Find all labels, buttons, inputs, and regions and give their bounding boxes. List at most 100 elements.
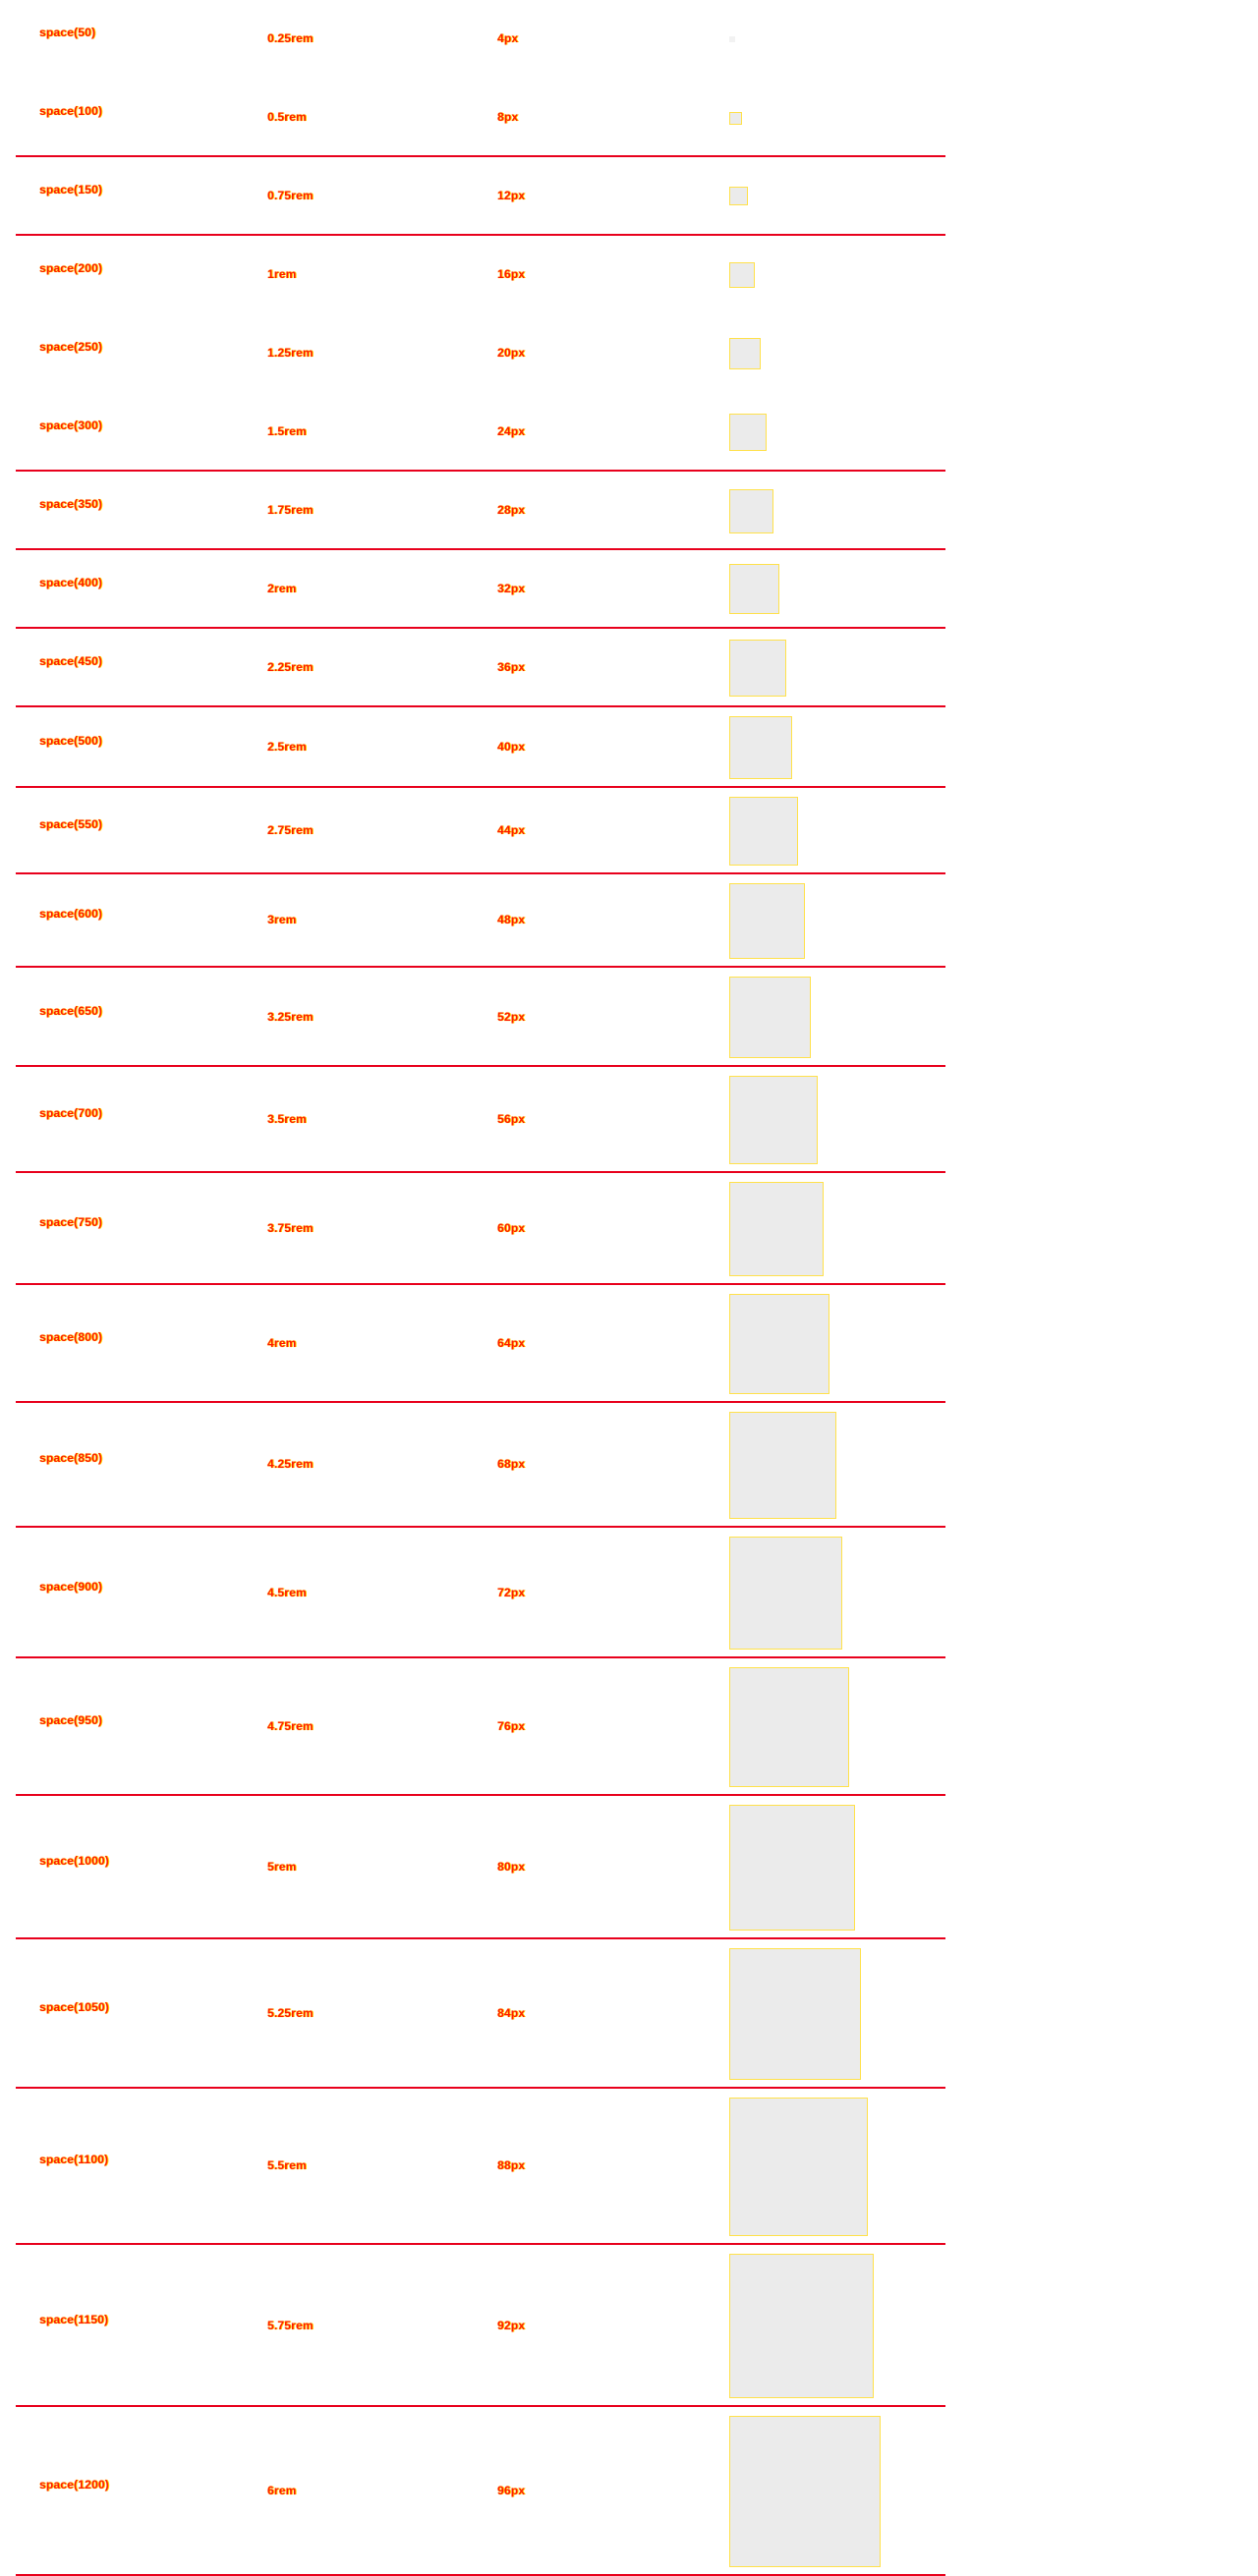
size-swatch [729, 2416, 881, 2567]
token-name: space(650) [39, 1004, 103, 1019]
table-row: space(900) 4.5rem 72px [16, 1528, 945, 1659]
token-name: space(1100) [39, 2153, 109, 2167]
size-swatch [729, 1667, 849, 1787]
token-name: space(450) [39, 654, 103, 668]
px-value: 36px [497, 660, 526, 674]
rem-value: 2rem [267, 582, 297, 595]
rem-value: 2.75rem [267, 823, 314, 837]
table-row: space(850) 4.25rem 68px [16, 1403, 945, 1529]
rem-value: 4.75rem [267, 1719, 314, 1734]
px-value: 80px [497, 1860, 526, 1874]
px-value: 56px [497, 1112, 526, 1127]
px-value: 76px [497, 1719, 526, 1734]
px-value: 4px [497, 31, 519, 45]
px-value: 28px [497, 503, 526, 517]
token-name: space(1050) [39, 2000, 109, 2014]
size-swatch [729, 1805, 855, 1931]
rem-value: 4.25rem [267, 1457, 314, 1472]
rem-value: 1.75rem [267, 503, 314, 517]
rem-value: 0.75rem [267, 189, 314, 202]
token-name: space(900) [39, 1580, 103, 1595]
table-row: space(1200) 6rem 96px [16, 2407, 945, 2576]
token-name: space(200) [39, 261, 103, 275]
table-row: space(800) 4rem 64px [16, 1285, 945, 1404]
token-name: space(1200) [39, 2478, 109, 2492]
token-name: space(950) [39, 1713, 103, 1728]
size-swatch [729, 414, 768, 452]
px-value: 60px [497, 1221, 526, 1235]
size-swatch [729, 1537, 843, 1651]
size-swatch [729, 640, 786, 697]
rem-value: 3.5rem [267, 1112, 307, 1127]
table-row: space(600) 3rem 48px [16, 874, 945, 969]
rem-value: 2.25rem [267, 660, 314, 674]
size-swatch [729, 112, 742, 125]
token-name: space(750) [39, 1215, 103, 1229]
token-name: space(550) [39, 817, 103, 831]
px-value: 88px [497, 2158, 526, 2173]
token-name: space(50) [39, 26, 96, 39]
token-name: space(850) [39, 1451, 103, 1466]
px-value: 92px [497, 2319, 526, 2333]
size-swatch [729, 564, 780, 615]
token-name: space(1000) [39, 1854, 109, 1868]
size-swatch [729, 716, 792, 779]
rem-value: 5.5rem [267, 2158, 307, 2173]
px-value: 12px [497, 189, 526, 202]
size-swatch [729, 2254, 875, 2399]
size-swatch [729, 2098, 868, 2237]
token-name: space(500) [39, 734, 103, 748]
px-value: 84px [497, 2006, 526, 2020]
px-value: 24px [497, 424, 526, 438]
px-value: 48px [497, 913, 526, 927]
token-name: space(100) [39, 104, 103, 118]
token-name: space(300) [39, 419, 103, 432]
px-value: 64px [497, 1336, 526, 1350]
rem-value: 5.75rem [267, 2319, 314, 2333]
table-row: space(550) 2.75rem 44px [16, 788, 945, 875]
rem-value: 1.25rem [267, 346, 314, 360]
token-name: space(400) [39, 576, 103, 589]
token-name: space(1150) [39, 2313, 109, 2327]
px-value: 20px [497, 346, 526, 360]
table-row: space(100) 0.5rem 8px [16, 79, 945, 157]
size-swatch [729, 1294, 830, 1395]
px-value: 52px [497, 1010, 526, 1025]
size-swatch [729, 489, 773, 533]
rem-value: 0.5rem [267, 110, 307, 124]
table-row: space(150) 0.75rem 12px [16, 157, 945, 236]
table-row: space(700) 3.5rem 56px [16, 1067, 945, 1173]
table-row: space(50) 0.25rem 4px [16, 0, 945, 79]
size-swatch [729, 338, 761, 369]
size-swatch [729, 262, 755, 288]
px-value: 44px [497, 823, 526, 837]
size-swatch [729, 1182, 824, 1276]
rem-value: 3.25rem [267, 1010, 314, 1025]
size-swatch [729, 977, 812, 1059]
rem-value: 1.5rem [267, 424, 307, 438]
size-swatch [729, 1948, 862, 2081]
table-row: space(1100) 5.5rem 88px [16, 2089, 945, 2246]
table-row: space(350) 1.75rem 28px [16, 472, 945, 550]
px-value: 8px [497, 110, 519, 124]
token-name: space(250) [39, 340, 103, 354]
rem-value: 0.25rem [267, 31, 314, 45]
token-name: space(150) [39, 183, 103, 196]
px-value: 96px [497, 2484, 526, 2498]
token-name: space(700) [39, 1106, 103, 1121]
table-row: space(400) 2rem 32px [16, 550, 945, 629]
rem-value: 5rem [267, 1860, 297, 1874]
table-row: space(1150) 5.75rem 92px [16, 2245, 945, 2408]
rem-value: 3.75rem [267, 1221, 314, 1235]
table-row: space(300) 1.5rem 24px [16, 393, 945, 472]
size-swatch [729, 1076, 818, 1164]
rem-value: 1rem [267, 267, 297, 281]
size-swatch [729, 187, 749, 206]
px-value: 32px [497, 582, 526, 595]
token-name: space(600) [39, 907, 103, 922]
table-row: space(200) 1rem 16px [16, 236, 945, 314]
size-swatch [729, 36, 736, 43]
table-row: space(650) 3.25rem 52px [16, 968, 945, 1068]
size-swatch [729, 797, 799, 867]
table-row: space(250) 1.25rem 20px [16, 314, 945, 393]
